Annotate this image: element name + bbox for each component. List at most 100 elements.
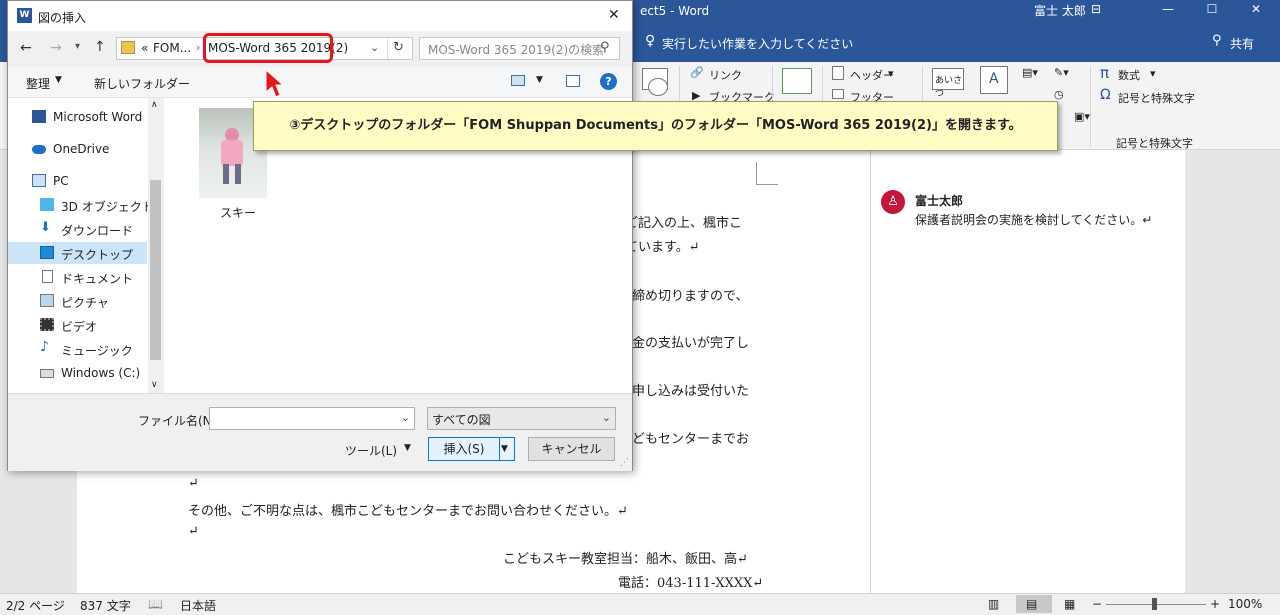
comment-icon[interactable] [782,68,812,94]
desktop-icon [40,246,54,259]
nav-item-onedrive[interactable]: OneDrive [8,138,148,160]
doc-line: 締め切りますので、 [632,289,749,304]
language[interactable]: 日本語 [180,597,216,614]
nav-scrollbar[interactable]: ∧ ∨ [148,98,163,393]
breadcrumb-overflow[interactable]: « [141,41,148,55]
insert-button[interactable]: 挿入(S) ▼ [428,437,515,461]
nav-item-3d-objects[interactable]: 3D オブジェクト [8,194,154,216]
scroll-thumb[interactable] [150,180,161,360]
page-count[interactable]: 2/2 ページ [6,597,65,614]
nav-label: Windows (C:) [61,366,141,380]
ribbon-display-icon[interactable]: ⊟ [1076,2,1116,16]
symbol-button[interactable]: 記号と特殊文字 [1118,90,1195,106]
instruction-text: ③デスクトップのフォルダー「FOM Shuppan Documents」のフォル… [289,118,1022,133]
textbox-icon[interactable]: A [980,66,1008,94]
organize-button[interactable]: 整理 [26,75,50,92]
nav-label: ビデオ [61,320,98,334]
forward-icon[interactable]: → [50,40,62,56]
person-icon: ⚲ [1212,33,1222,48]
breadcrumb-parent[interactable]: FOM... [153,41,191,55]
filetype-select[interactable]: すべての図 ⌄ [427,407,616,430]
view-icon[interactable] [511,75,525,86]
zoom-slider[interactable] [1152,598,1157,610]
refresh-icon[interactable]: ↻ [393,40,404,55]
recent-locations-icon[interactable]: ▾ [75,41,80,52]
back-icon[interactable]: ← [20,40,32,56]
nav-item-microsoft-word[interactable]: Microsoft Word [8,106,148,128]
video-icon [40,318,54,331]
nav-item-desktop[interactable]: デスクトップ [8,242,147,264]
zoom-out-icon[interactable]: − [1092,597,1102,611]
link-button[interactable]: リンク [709,67,742,83]
nav-label: PC [53,174,69,188]
nav-label: ダウンロード [61,224,134,238]
cube-icon [40,198,54,211]
proofing-icon[interactable]: 📖 [148,597,163,611]
download-icon: ⬇ [40,220,51,235]
new-folder-button[interactable]: 新しいフォルダー [94,75,190,92]
comment-text[interactable]: 保護者説明会の実施を検討してください。↵ [915,211,1152,228]
read-mode-icon[interactable]: ▥ [988,597,999,611]
nav-item-downloads[interactable]: ⬇ ダウンロード [8,218,148,240]
insert-dropdown-icon[interactable]: ▼ [501,438,508,460]
zoom-in-icon[interactable]: + [1210,597,1220,611]
nav-item-music[interactable]: ♪ ミュージック [8,338,148,360]
date-time-icon[interactable]: ◷ [1054,88,1064,101]
nav-item-pc[interactable]: PC [8,170,148,192]
nav-item-pictures[interactable]: ピクチャ [8,290,148,312]
file-name[interactable]: スキー [220,204,256,221]
chevron-down-icon[interactable]: ⌄ [370,41,379,54]
search-icon[interactable]: ⚲ [600,40,610,55]
greeting-icon[interactable]: あいさつ [932,68,964,99]
nav-item-windows-c[interactable]: Windows (C:) [8,362,148,384]
organize-dropdown-icon[interactable]: ▼ [55,75,62,85]
status-bar: 2/2 ページ 837 文字 📖 日本語 ▥ ▤ ▦ − + 100% [0,593,1280,615]
view-dropdown-icon[interactable]: ▼ [536,75,543,85]
doc-line: 電話：043-111-XXXX↵ [618,576,764,591]
scroll-up-icon[interactable]: ∧ [151,100,158,110]
equation-button[interactable]: 数式 [1118,67,1140,83]
web-layout-icon[interactable]: ▦ [1064,597,1075,611]
signature-icon[interactable]: ✎▾ [1054,66,1069,79]
comment-pane: ♙ 富士太郎 保護者説明会の実施を検討してください。↵ [870,150,1185,593]
doc-line: その他、ご不明な点は、楓市こどもセンターまでお問い合わせください。↵ [188,504,628,519]
quick-parts-icon[interactable]: ▤▾ [1022,66,1038,79]
tell-me-input[interactable]: 実行したい作業を入力してください [662,35,853,52]
nav-item-videos[interactable]: ビデオ [8,314,148,336]
word-icon: W [17,8,32,23]
cloud-icon [32,145,46,154]
doc-line: 金の支払いが完了し [632,336,750,351]
word-count[interactable]: 837 文字 [80,597,131,614]
header-dropdown-icon[interactable]: ▾ [888,67,894,80]
help-icon[interactable]: ? [600,73,617,90]
search-box[interactable]: MOS-Word 365 2019(2)の検索 ⚲ [419,37,620,60]
zoom-level[interactable]: 100% [1228,597,1262,611]
resize-grip-icon[interactable]: ⋰ [620,458,629,468]
scroll-down-icon[interactable]: ∨ [151,380,158,390]
search-input[interactable]: MOS-Word 365 2019(2)の検索 [428,41,604,58]
pi-icon: π [1100,64,1110,82]
object-icon[interactable]: ▣▾ [1074,110,1090,123]
filename-input[interactable]: ⌄ [209,407,415,430]
doc-line: どもセンターまでお [632,432,750,447]
tools-button[interactable]: ツール(L) [345,442,397,459]
navigation-pane: Microsoft Word OneDrive PC 3D オブジェクト ⬇ ダ… [8,98,163,393]
nav-item-documents[interactable]: ドキュメント [8,266,148,288]
share-button[interactable]: 共有 [1230,35,1254,52]
minimize-icon[interactable]: — [1148,2,1188,16]
chevron-down-icon[interactable]: ⌄ [602,411,611,424]
close-icon[interactable]: ✕ [1236,2,1276,16]
computer-icon [32,174,46,187]
equation-dropdown-icon[interactable]: ▾ [1150,67,1156,80]
cancel-button[interactable]: キャンセル [528,437,615,461]
up-icon[interactable]: ↑ [94,39,106,55]
chevron-down-icon[interactable]: ⌄ [401,411,410,424]
tools-dropdown-icon[interactable]: ▼ [404,443,411,453]
maximize-icon[interactable]: ☐ [1192,2,1232,16]
print-layout-icon[interactable]: ▤ [1026,597,1037,611]
dialog-close-icon[interactable]: ✕ [608,7,620,23]
insert-picture-dialog: W 図の挿入 ✕ ← → ▾ ↑ « FOM... › MOS-Word 365… [7,0,633,471]
nav-label: ミュージック [61,344,133,358]
pointer-arrow-icon [265,70,285,98]
preview-pane-icon[interactable] [566,75,580,87]
